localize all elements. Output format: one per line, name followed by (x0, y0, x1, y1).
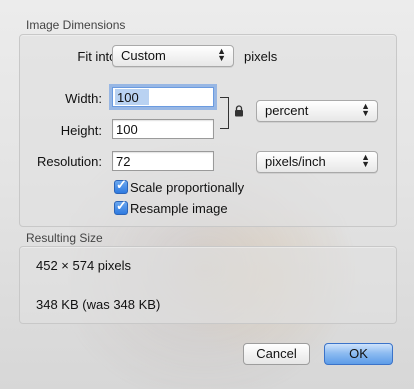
size-unit-popup[interactable]: percent ▲ ▼ (256, 100, 378, 122)
width-input[interactable] (115, 89, 149, 105)
width-field[interactable] (112, 87, 214, 107)
fit-into-unit: pixels (244, 49, 278, 64)
chevron-updown-icon: ▲ ▼ (217, 46, 226, 63)
ok-button[interactable]: OK (324, 343, 393, 365)
chevron-updown-icon: ▲ ▼ (361, 101, 370, 118)
scale-proportionally-label[interactable]: Scale proportionally (130, 180, 244, 195)
fit-into-label: Fit into: (77, 49, 120, 64)
resample-image-checkbox[interactable]: ✓ (114, 198, 128, 215)
image-dimensions-group: Fit into: Custom ▲▼ pixels Width: Height… (19, 34, 397, 227)
height-field[interactable] (112, 119, 214, 139)
resolution-input[interactable] (113, 152, 213, 170)
constraint-bracket (220, 97, 229, 129)
fit-into-popup[interactable]: Custom ▲ ▼ (112, 45, 234, 67)
resolution-unit-popup[interactable]: pixels/inch ▲ ▼ (256, 151, 378, 173)
lock-icon[interactable] (234, 104, 244, 117)
width-label: Width: (65, 91, 102, 106)
cancel-button[interactable]: Cancel (243, 343, 310, 365)
height-label: Height: (60, 123, 102, 138)
chevron-updown-icon: ▲ ▼ (361, 152, 370, 169)
size-unit-value: percent (265, 103, 309, 118)
resample-image-label[interactable]: Resample image (130, 201, 228, 216)
resulting-size-group: 452 × 574 pixels 348 KB (was 348 KB) (19, 246, 397, 324)
resulting-pixels: 452 × 574 pixels (36, 258, 132, 273)
image-dimensions-title: Image Dimensions (26, 18, 126, 32)
image-dimensions-dialog: Image Dimensions Fit into: Custom ▲ ▼ pix… (0, 0, 414, 389)
height-input[interactable] (113, 120, 213, 138)
resolution-field[interactable] (112, 151, 214, 171)
resulting-size-title: Resulting Size (26, 231, 103, 245)
checkmark-icon: ✓ (116, 198, 127, 213)
resolution-label: Resolution: (36, 154, 102, 169)
scale-proportionally-checkbox[interactable]: ✓ (114, 177, 128, 194)
resolution-unit-value: pixels/inch (265, 154, 326, 169)
fit-into-value: Custom (121, 48, 166, 63)
resulting-file-size: 348 KB (was 348 KB) (36, 297, 161, 312)
checkmark-icon: ✓ (116, 177, 127, 192)
